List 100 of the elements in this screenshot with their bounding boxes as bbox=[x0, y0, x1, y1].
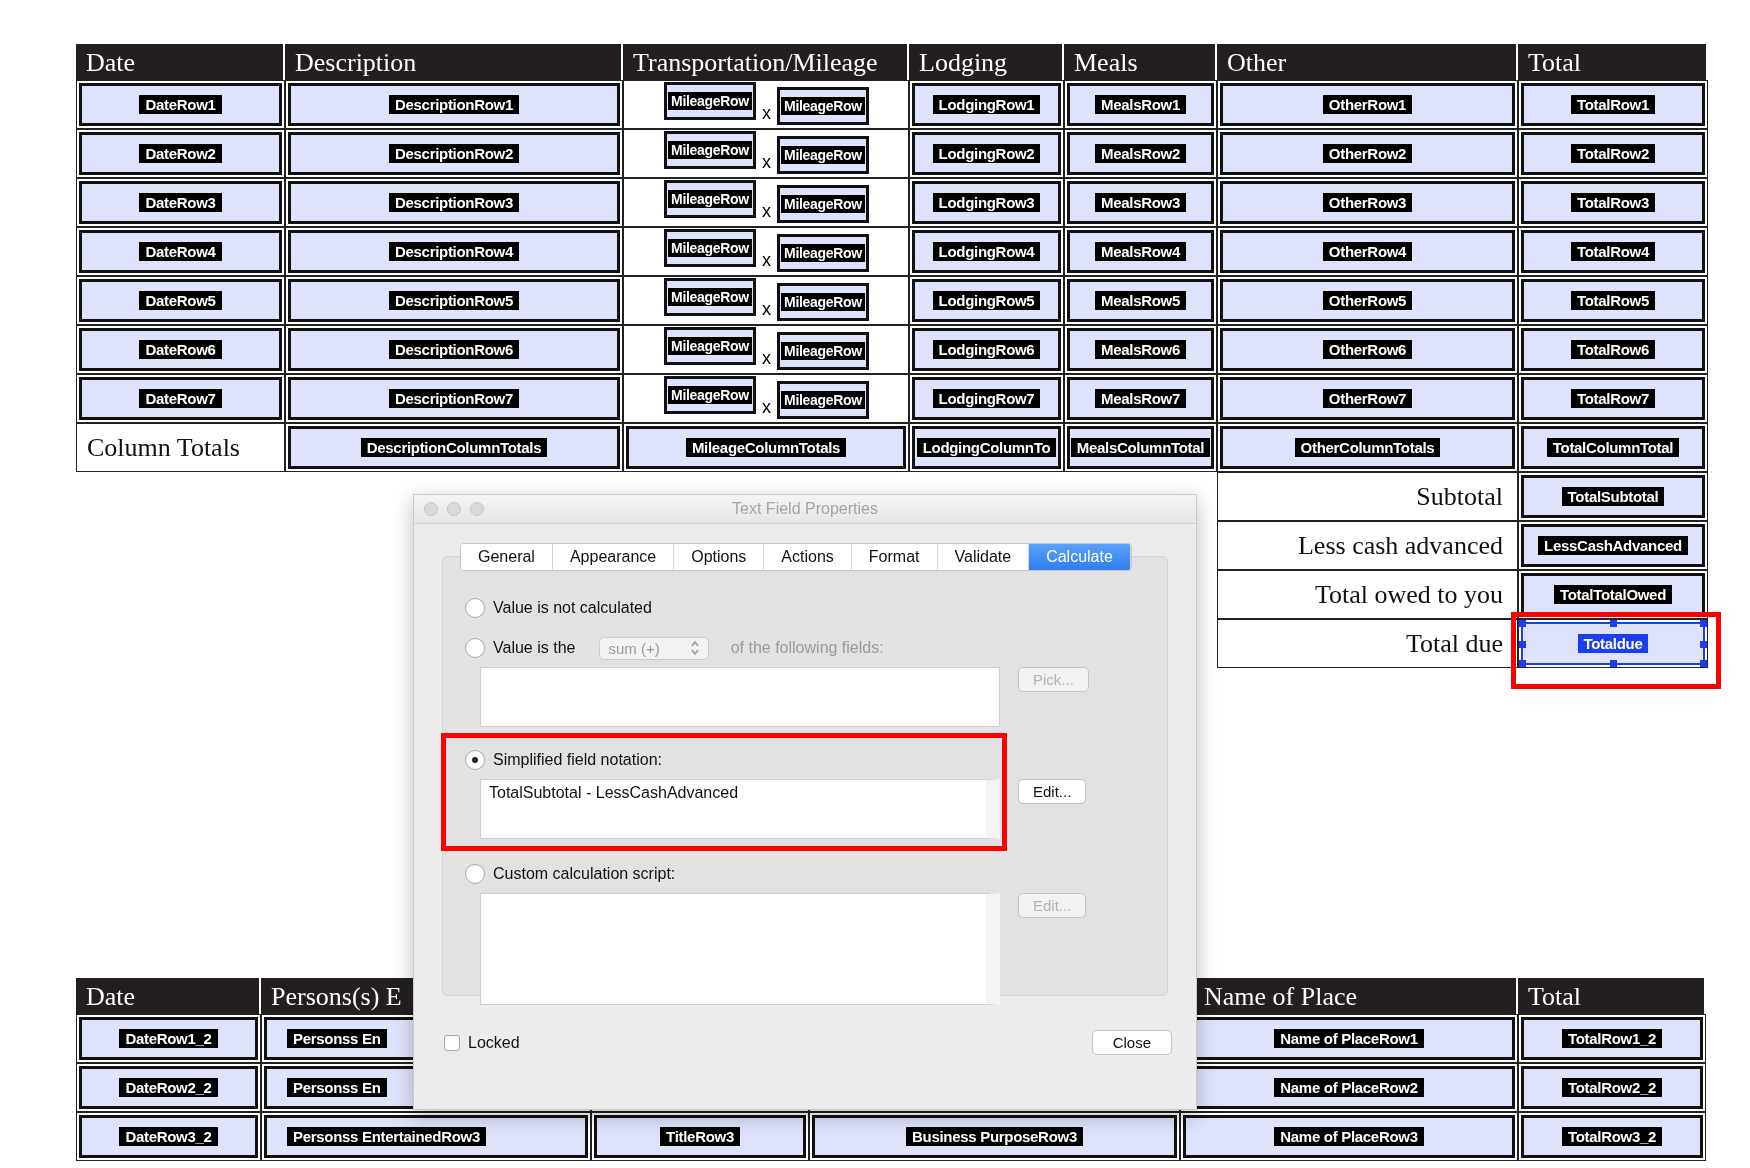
form-field[interactable]: MileageRow bbox=[664, 327, 756, 365]
resize-handle[interactable] bbox=[1610, 660, 1617, 667]
form-field[interactable]: Totaldue bbox=[1521, 622, 1705, 665]
form-field[interactable]: LodgingRow2 bbox=[912, 132, 1061, 175]
form-field[interactable]: DescriptionColumnTotals bbox=[288, 426, 620, 469]
text-area[interactable] bbox=[480, 893, 1000, 1005]
form-field[interactable]: OtherRow1 bbox=[1220, 83, 1515, 126]
resize-handle[interactable] bbox=[1700, 640, 1707, 648]
form-field[interactable]: TotalRow3 bbox=[1521, 181, 1705, 224]
form-field[interactable]: DescriptionRow5 bbox=[288, 279, 620, 322]
form-field[interactable]: MileageRow bbox=[664, 278, 756, 316]
form-field[interactable]: DescriptionRow6 bbox=[288, 328, 620, 371]
form-field[interactable]: MileageRow bbox=[777, 234, 869, 272]
form-field[interactable]: TotalColumnTotal bbox=[1521, 426, 1705, 469]
form-field[interactable]: TotalRow2 bbox=[1521, 132, 1705, 175]
form-field[interactable]: OtherRow4 bbox=[1220, 230, 1515, 273]
form-field[interactable]: MealsRow5 bbox=[1067, 279, 1214, 322]
form-field[interactable]: TotalRow5 bbox=[1521, 279, 1705, 322]
form-field[interactable]: Personss EntertainedRow3 bbox=[264, 1115, 588, 1158]
form-field[interactable]: MealsRow6 bbox=[1067, 328, 1214, 371]
form-field[interactable]: MileageRow bbox=[664, 82, 756, 120]
form-field[interactable]: OtherRow2 bbox=[1220, 132, 1515, 175]
form-field[interactable]: MileageRow bbox=[777, 87, 869, 125]
form-field[interactable]: OtherRow5 bbox=[1220, 279, 1515, 322]
form-field[interactable]: DescriptionRow4 bbox=[288, 230, 620, 273]
form-field[interactable]: TotalRow1_2 bbox=[1521, 1017, 1703, 1060]
form-field[interactable]: TitleRow3 bbox=[594, 1115, 806, 1158]
form-field[interactable]: DescriptionRow1 bbox=[288, 83, 620, 126]
form-field[interactable]: TotalRow7 bbox=[1521, 377, 1705, 420]
form-field[interactable]: DateRow4 bbox=[79, 230, 282, 273]
form-field[interactable]: MileageRow bbox=[664, 131, 756, 169]
form-field[interactable]: OtherColumnTotals bbox=[1220, 426, 1515, 469]
resize-handle[interactable] bbox=[1519, 620, 1526, 627]
text-area[interactable]: TotalSubtotal - LessCashAdvanced bbox=[480, 779, 1000, 839]
resize-handle[interactable] bbox=[1700, 660, 1707, 667]
form-field[interactable]: DescriptionRow2 bbox=[288, 132, 620, 175]
form-field[interactable]: TotalRow4 bbox=[1521, 230, 1705, 273]
form-field[interactable]: MealsRow1 bbox=[1067, 83, 1214, 126]
tab[interactable]: General bbox=[461, 544, 553, 570]
form-field[interactable]: MileageRow bbox=[664, 180, 756, 218]
form-field[interactable]: TotalRow6 bbox=[1521, 328, 1705, 371]
form-field[interactable]: OtherRow7 bbox=[1220, 377, 1515, 420]
text-area[interactable] bbox=[480, 667, 1000, 727]
form-field[interactable]: DateRow7 bbox=[79, 377, 282, 420]
form-field[interactable]: DescriptionRow7 bbox=[288, 377, 620, 420]
resize-handle[interactable] bbox=[1610, 620, 1617, 627]
resize-handle[interactable] bbox=[1519, 640, 1526, 648]
form-field[interactable]: OtherRow6 bbox=[1220, 328, 1515, 371]
checkbox[interactable] bbox=[444, 1034, 460, 1051]
form-field[interactable]: LodgingRow7 bbox=[912, 377, 1061, 420]
form-field[interactable]: LodgingColumnTo bbox=[912, 426, 1061, 469]
form-field[interactable]: Business PurposeRow3 bbox=[812, 1115, 1177, 1158]
form-field[interactable]: Name of PlaceRow3 bbox=[1183, 1115, 1515, 1158]
form-field[interactable]: MealsRow4 bbox=[1067, 230, 1214, 273]
form-field[interactable]: DateRow3 bbox=[79, 181, 282, 224]
close-window-icon[interactable] bbox=[424, 502, 438, 516]
form-field[interactable]: MealsRow3 bbox=[1067, 181, 1214, 224]
radio-button[interactable] bbox=[465, 864, 485, 884]
resize-handle[interactable] bbox=[1519, 660, 1526, 667]
form-field[interactable]: MileageRow bbox=[777, 136, 869, 174]
form-field[interactable]: LessCashAdvanced bbox=[1521, 524, 1705, 567]
form-field[interactable]: DescriptionRow3 bbox=[288, 181, 620, 224]
form-field[interactable]: MileageRow bbox=[777, 381, 869, 419]
form-field[interactable]: DateRow6 bbox=[79, 328, 282, 371]
form-field[interactable]: LodgingRow1 bbox=[912, 83, 1061, 126]
form-field[interactable]: DateRow1 bbox=[79, 83, 282, 126]
radio-button[interactable] bbox=[465, 598, 485, 618]
form-field[interactable]: MileageColumnTotals bbox=[626, 426, 906, 469]
form-field[interactable]: TotalSubtotal bbox=[1521, 475, 1705, 518]
form-field[interactable]: DateRow5 bbox=[79, 279, 282, 322]
form-field[interactable]: TotalRow2_2 bbox=[1521, 1066, 1703, 1109]
form-field[interactable]: DateRow3_2 bbox=[79, 1115, 258, 1158]
form-field[interactable]: MileageRow bbox=[664, 376, 756, 414]
form-field[interactable]: DateRow2 bbox=[79, 132, 282, 175]
radio-button[interactable] bbox=[465, 638, 485, 658]
row-label: Total owed to you bbox=[1217, 570, 1518, 619]
close-button[interactable]: Close bbox=[1091, 1030, 1172, 1055]
form-field[interactable]: OtherRow3 bbox=[1220, 181, 1515, 224]
form-field[interactable]: LodgingRow5 bbox=[912, 279, 1061, 322]
form-field[interactable]: DateRow2_2 bbox=[79, 1066, 258, 1109]
form-field[interactable]: LodgingRow6 bbox=[912, 328, 1061, 371]
form-field[interactable]: MealsRow7 bbox=[1067, 377, 1214, 420]
form-field[interactable]: LodgingRow4 bbox=[912, 230, 1061, 273]
radio-button[interactable] bbox=[465, 750, 485, 770]
form-field[interactable]: MealsColumnTotal bbox=[1067, 426, 1214, 469]
form-field[interactable]: TotalRow1 bbox=[1521, 83, 1705, 126]
form-field[interactable]: LodgingRow3 bbox=[912, 181, 1061, 224]
form-field[interactable]: DateRow1_2 bbox=[79, 1017, 258, 1060]
form-field[interactable]: MileageRow bbox=[777, 185, 869, 223]
resize-handle[interactable] bbox=[1700, 620, 1707, 627]
form-field[interactable]: TotalRow3_2 bbox=[1521, 1115, 1703, 1158]
minimize-window-icon[interactable] bbox=[447, 502, 461, 516]
form-field[interactable]: MileageRow bbox=[777, 332, 869, 370]
column-header: Date bbox=[86, 982, 136, 1012]
dialog-button[interactable]: Edit... bbox=[1018, 779, 1087, 804]
zoom-window-icon[interactable] bbox=[470, 502, 484, 516]
multiply-sign: x bbox=[762, 103, 771, 124]
form-field[interactable]: MileageRow bbox=[664, 229, 756, 267]
form-field[interactable]: MealsRow2 bbox=[1067, 132, 1214, 175]
form-field[interactable]: MileageRow bbox=[777, 283, 869, 321]
